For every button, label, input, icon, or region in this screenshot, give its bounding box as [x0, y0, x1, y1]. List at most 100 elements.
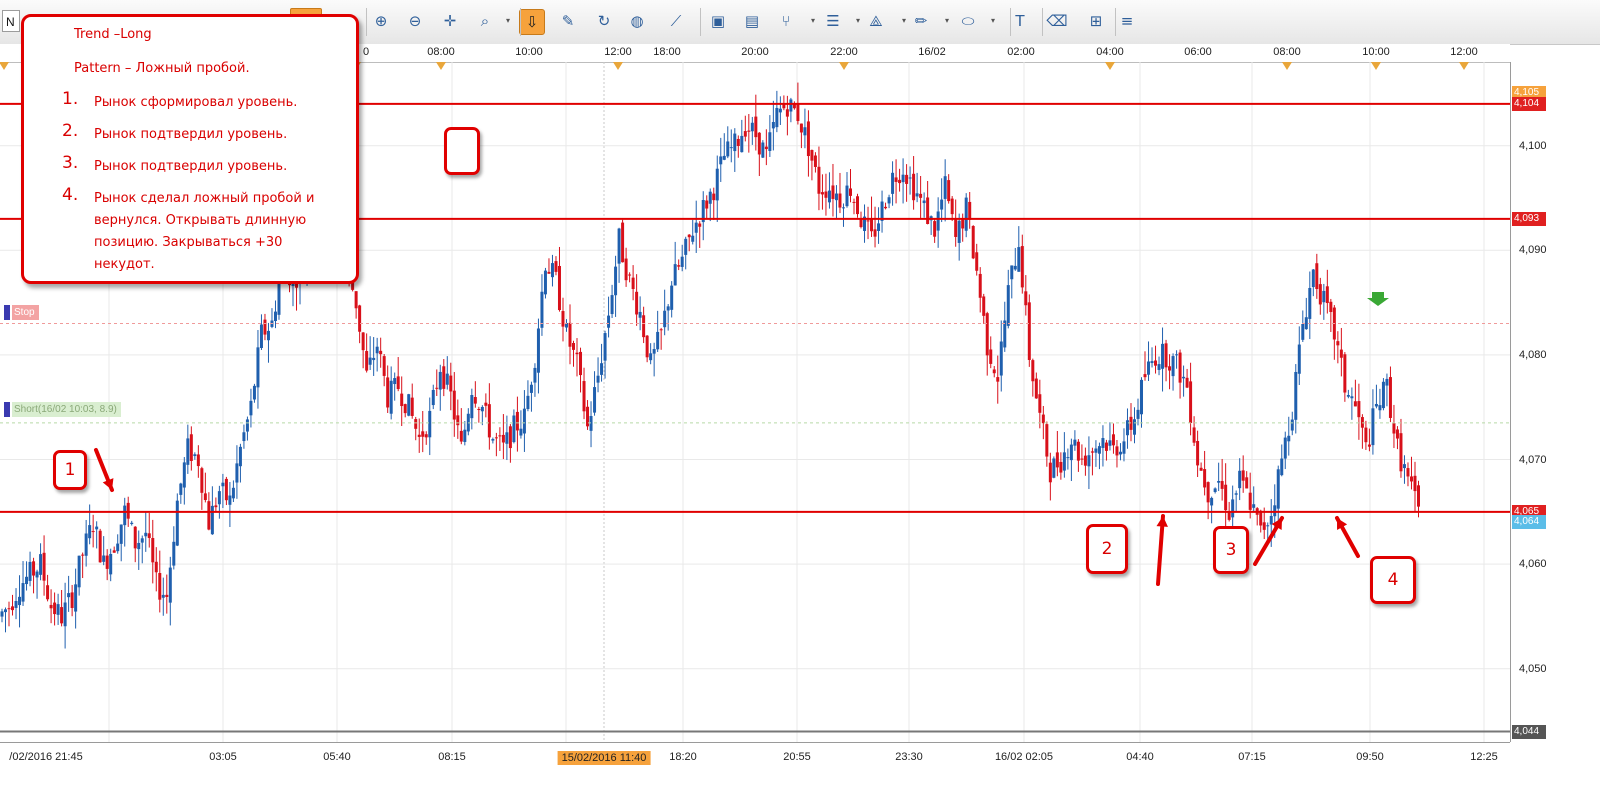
candle-body	[848, 188, 852, 196]
candle-body	[1367, 444, 1371, 447]
candle-body	[1248, 492, 1252, 510]
dropdown-caret-icon[interactable]: ▾	[991, 16, 995, 25]
symbol-selector[interactable]: N	[2, 10, 20, 32]
candle-body	[722, 155, 726, 160]
candle-body	[614, 266, 618, 296]
candle-body	[235, 463, 239, 483]
candle-body	[0, 611, 4, 617]
toolbar-separator	[366, 8, 367, 36]
refresh-icon[interactable]: ↻	[592, 9, 616, 33]
candle-body	[186, 438, 190, 465]
candle-body	[84, 533, 88, 556]
candle-body	[126, 502, 130, 519]
stop-order-handle[interactable]	[4, 305, 10, 320]
candle-body	[1343, 354, 1347, 393]
candle-body	[1199, 467, 1203, 471]
dropdown-caret-icon[interactable]: ▾	[811, 16, 815, 25]
candle-body	[1175, 354, 1179, 356]
candle-body	[1115, 446, 1119, 456]
candle-body	[1287, 435, 1291, 442]
candle-body	[1090, 451, 1094, 453]
pencil-icon[interactable]: ✏	[909, 9, 933, 33]
candle-body	[866, 220, 870, 222]
dropdown-caret-icon[interactable]: ▾	[856, 16, 860, 25]
lines-icon[interactable]: ☰	[821, 9, 845, 33]
fork-icon[interactable]: ⑂	[774, 9, 798, 33]
candle-body	[1322, 290, 1326, 303]
price-tick-label: 4,050	[1519, 662, 1547, 675]
candle-body	[1217, 480, 1221, 483]
more-icon[interactable]: ≡	[1115, 9, 1139, 33]
candle-body	[28, 561, 32, 581]
candle-body	[242, 432, 246, 442]
toolbar-separator	[1010, 8, 1011, 36]
candle-body	[1076, 441, 1080, 461]
properties-icon[interactable]: ✎	[556, 9, 580, 33]
candle-body	[400, 393, 404, 407]
candle-body	[543, 270, 547, 295]
text-icon[interactable]: T	[1008, 9, 1032, 33]
candle-body	[996, 377, 1000, 382]
candle-body	[119, 524, 123, 544]
dropdown-caret-icon[interactable]: ▾	[506, 16, 510, 25]
candle-body	[1353, 401, 1357, 407]
template-icon[interactable]: ▤	[740, 9, 764, 33]
candle-body	[1231, 499, 1235, 518]
candle-body	[1364, 427, 1368, 443]
candle-body	[1182, 376, 1186, 379]
stop-order-label[interactable]: Stop	[12, 305, 39, 320]
candle-body	[740, 135, 744, 153]
dropdown-caret-icon[interactable]: ▾	[902, 16, 906, 25]
ellipse-icon[interactable]: ⬭	[956, 9, 980, 33]
bottom-time-axis[interactable]: /02/2016 21:45 03:05 05:40 08:15 15/02/2016 …	[0, 742, 1510, 789]
candle-body	[1388, 377, 1392, 418]
image-icon[interactable]: ▣	[706, 9, 730, 33]
globe-icon[interactable]: ◍	[625, 9, 649, 33]
candle-body	[635, 291, 639, 315]
zoom-out-icon[interactable]: ⊖	[403, 9, 427, 33]
zoom-in-icon[interactable]: ⊕	[369, 9, 393, 33]
price-axis[interactable]: 4,100 4,090 4,080 4,070 4,060 4,050 4,105 4,104…	[1510, 62, 1600, 742]
candle-body	[1346, 395, 1350, 397]
candle-body	[884, 206, 888, 209]
candle-body	[410, 397, 414, 416]
ruler-icon[interactable]: ⟋	[664, 9, 688, 33]
candle-body	[1164, 343, 1168, 368]
strategy-note: Trend –Long Pattern – Ложный пробой. 1. …	[21, 14, 359, 284]
magnifier-icon[interactable]: ⌕	[473, 9, 497, 33]
fan-icon[interactable]: ⟁	[864, 9, 888, 33]
candle-body	[14, 600, 18, 608]
candle-body	[102, 555, 106, 562]
candle-body	[852, 201, 856, 203]
candle-body	[761, 142, 765, 158]
bottom-axis-tick-label: 07:15	[1238, 751, 1266, 763]
candle-body	[817, 166, 821, 194]
top-axis-tick-label: 06:00	[1184, 46, 1212, 58]
bottom-axis-tick-label: 20:55	[783, 751, 811, 763]
tree-icon[interactable]: ⊞	[1084, 9, 1108, 33]
candle-body	[533, 367, 537, 383]
period-separator-icon[interactable]: ⇩	[519, 9, 545, 35]
candle-body	[572, 343, 576, 350]
crosshair-icon[interactable]: ✛	[438, 9, 462, 33]
annotation-box-2: 2	[1086, 524, 1128, 574]
note-item-text: Рынок сделал ложный пробой и	[94, 191, 315, 206]
candle-body	[487, 404, 491, 438]
candle-body	[1097, 446, 1101, 454]
candle-body	[919, 193, 923, 198]
candle-body	[459, 430, 463, 442]
candle-body	[25, 576, 29, 585]
candle-body	[1224, 484, 1228, 511]
candle-body	[1132, 419, 1136, 435]
candle-body	[386, 377, 390, 408]
short-order-label[interactable]: Short(16/02 10:03, 8.9)	[12, 402, 121, 417]
arrow-to-level-2-head	[1156, 516, 1168, 527]
short-order-handle[interactable]	[4, 402, 10, 417]
candle-body	[249, 400, 253, 416]
dropdown-caret-icon[interactable]: ▾	[945, 16, 949, 25]
candle-body	[424, 434, 428, 438]
candle-body	[494, 437, 498, 439]
note-item-num: 1.	[62, 89, 79, 109]
eraser-icon[interactable]: ⌫	[1045, 9, 1069, 33]
candle-body	[1315, 263, 1319, 290]
